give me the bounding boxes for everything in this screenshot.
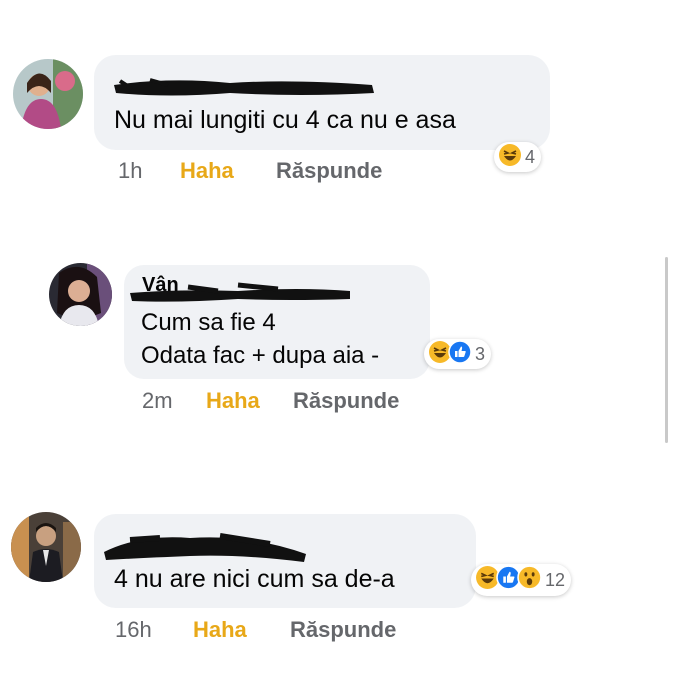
reaction-count: 12 (545, 569, 566, 590)
haha-icon (498, 143, 522, 172)
comment-text: Nu mai lungiti cu 4 ca nu e asa (114, 106, 456, 134)
reaction-count: 3 (475, 343, 486, 364)
avatar[interactable] (13, 59, 83, 129)
comment-timestamp[interactable]: 1h (118, 158, 142, 184)
reply-link[interactable]: Răspunde (290, 617, 396, 643)
haha-reaction-link[interactable]: Haha (206, 388, 260, 414)
wow-icon (517, 565, 542, 595)
reaction-summary[interactable]: 3 (424, 339, 492, 369)
reply-link[interactable]: Răspunde (293, 388, 399, 414)
reaction-summary[interactable]: 12 (471, 564, 572, 596)
comment-timestamp[interactable]: 16h (115, 617, 152, 643)
comment-bubble: Nu mai lungiti cu 4 ca nu e asa (94, 55, 550, 150)
redacted-author-name (130, 282, 350, 302)
avatar[interactable] (49, 263, 112, 326)
comment-timestamp[interactable]: 2m (142, 388, 173, 414)
reply-link[interactable]: Răspunde (276, 158, 382, 184)
redacted-author-name (114, 78, 374, 96)
reaction-summary[interactable]: 4 (494, 142, 542, 172)
comment-text-line: Cum sa fie 4 (141, 309, 276, 336)
comment-bubble: Vân Cum sa fie 4 Odata fac + dupa aia - (124, 265, 430, 379)
avatar[interactable] (11, 512, 81, 582)
comment-text-line: Odata fac + dupa aia - (141, 342, 380, 369)
like-icon (448, 339, 472, 369)
comment-text: 4 nu are nici cum sa de-a (114, 565, 395, 593)
redacted-author-name (104, 533, 306, 562)
reaction-count: 4 (525, 146, 536, 167)
haha-reaction-link[interactable]: Haha (180, 158, 234, 184)
scrollbar[interactable] (665, 257, 668, 443)
comment-bubble: 4 nu are nici cum sa de-a (94, 514, 476, 608)
haha-reaction-link[interactable]: Haha (193, 617, 247, 643)
